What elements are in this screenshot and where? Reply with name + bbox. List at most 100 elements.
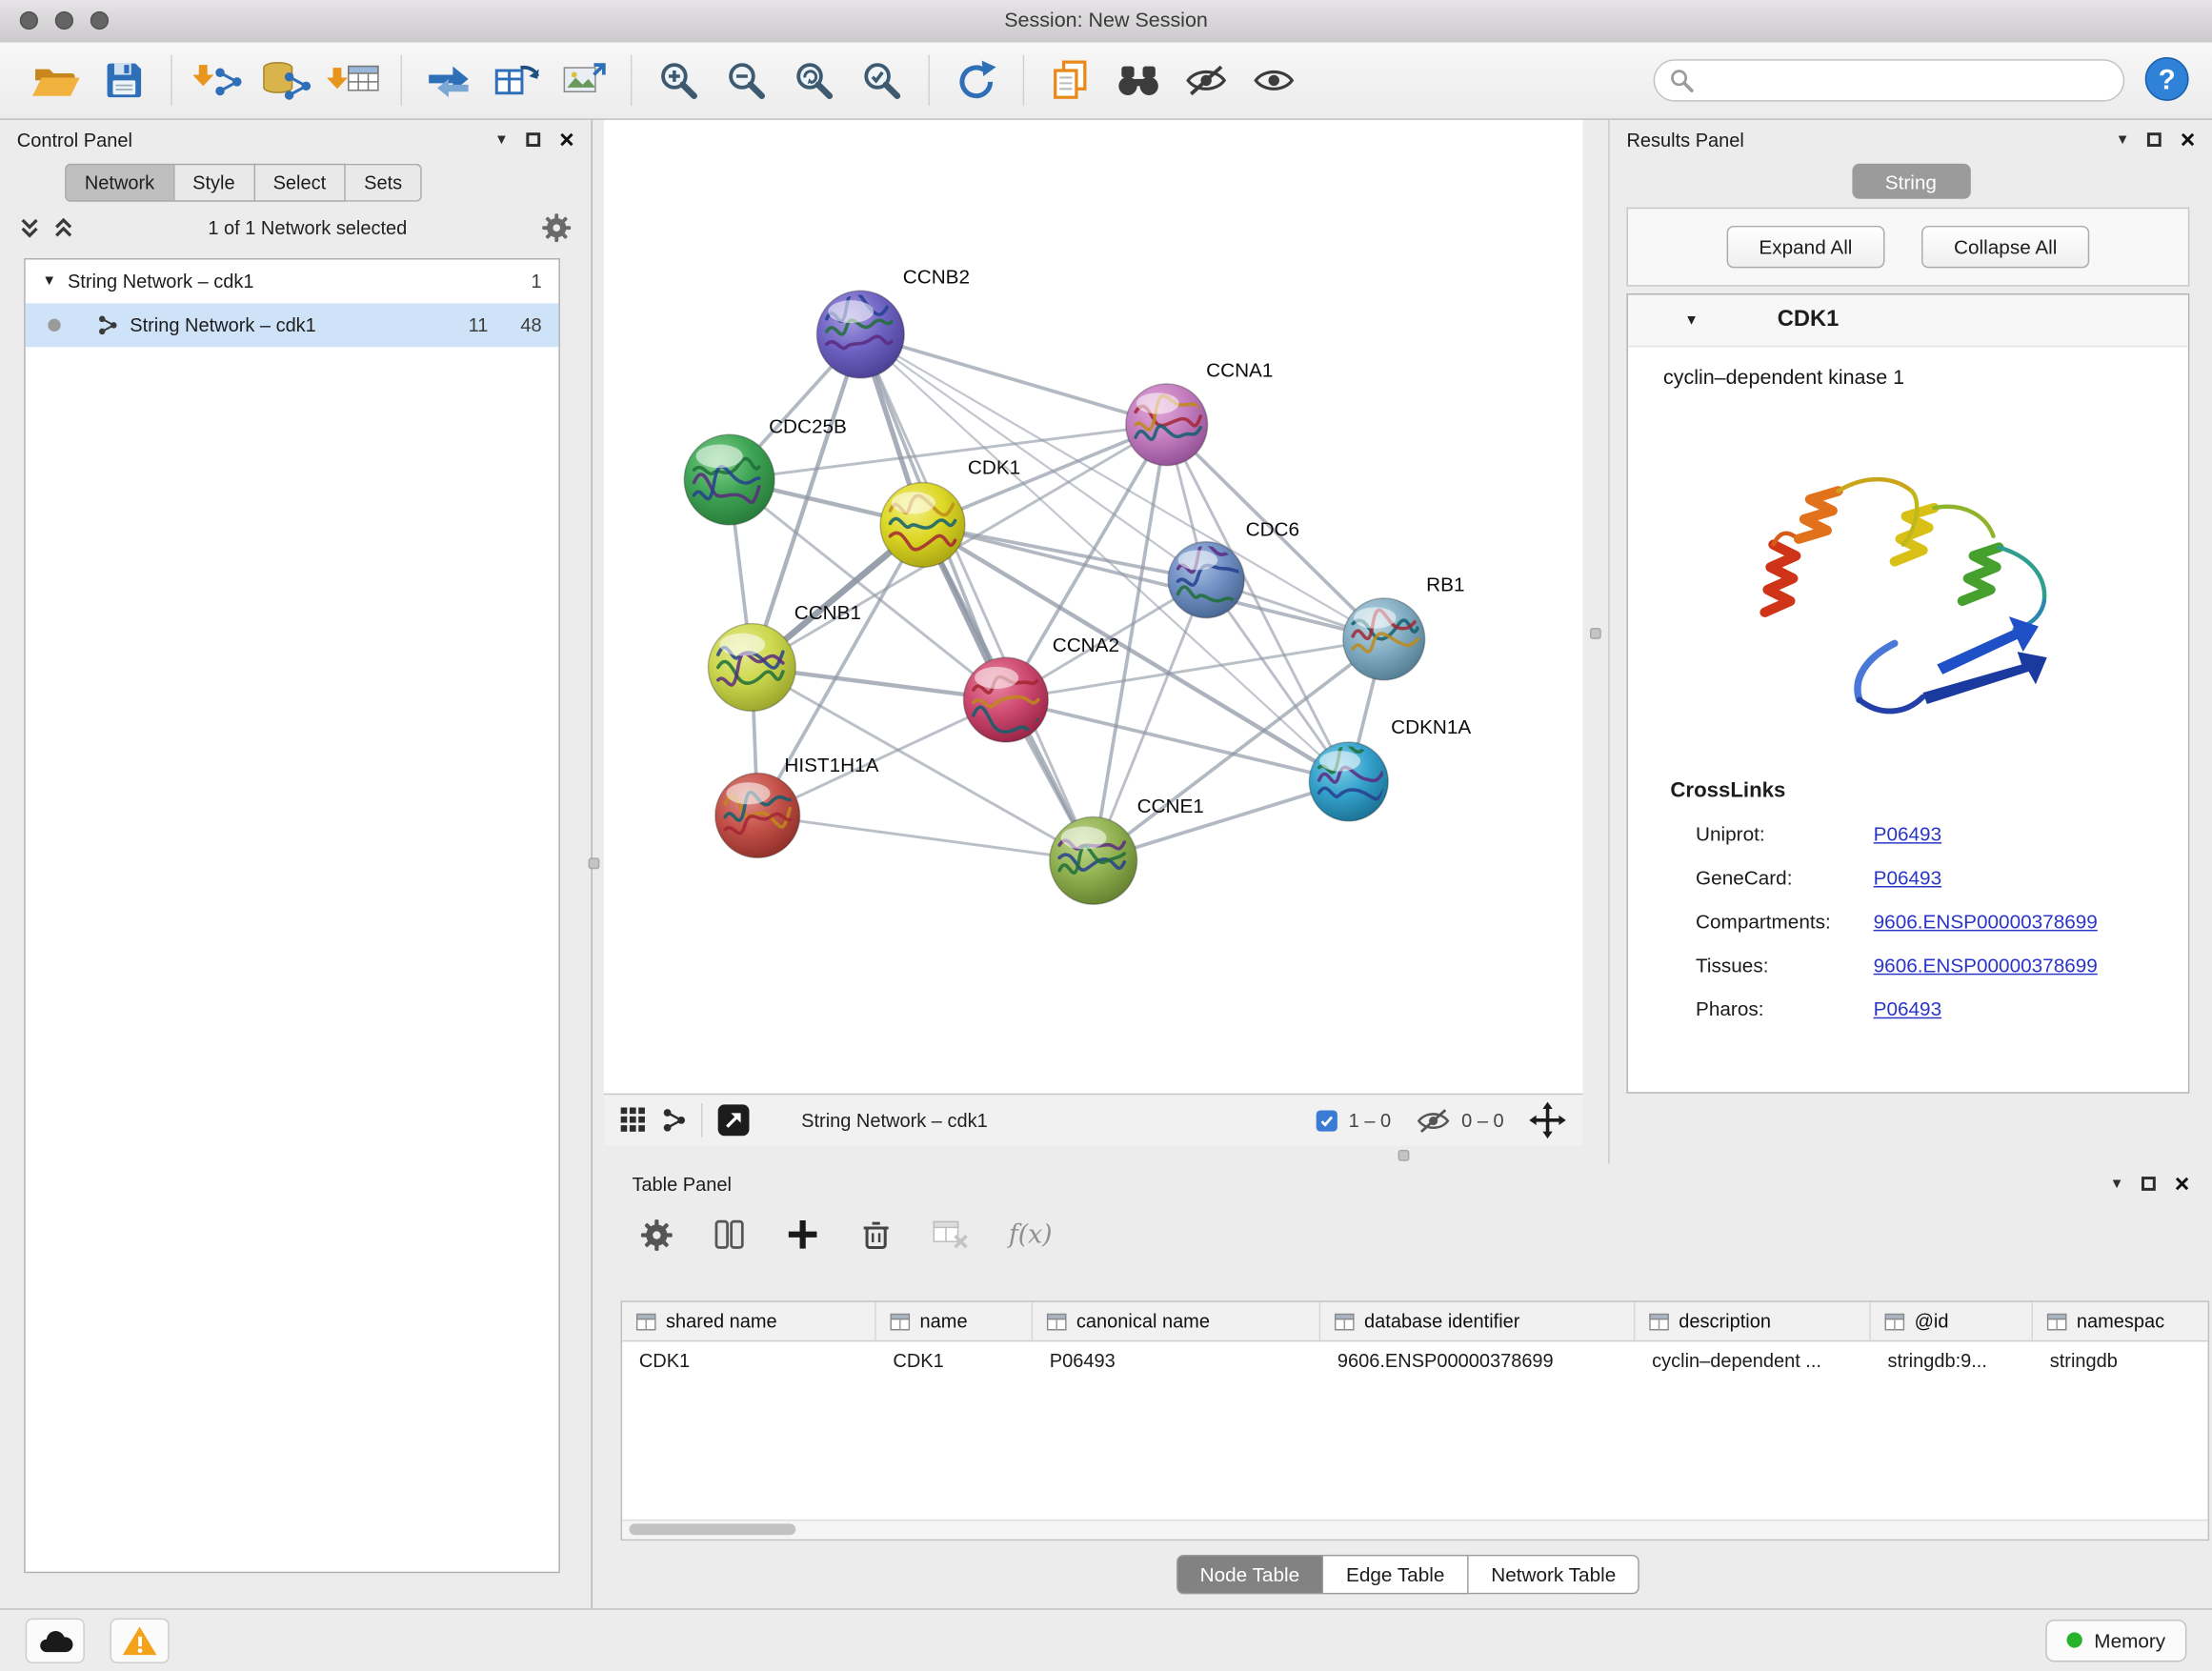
panel-close-icon[interactable]: ×: [559, 132, 574, 147]
apply-layout-button[interactable]: [942, 50, 1010, 111]
table-cell[interactable]: stringdb:9...: [1871, 1341, 2033, 1379]
network-node-RB1[interactable]: RB1: [1343, 574, 1465, 679]
memory-button[interactable]: Memory: [2046, 1619, 2186, 1661]
crosslink-compartments-link[interactable]: 9606.ENSP00000378699: [1874, 909, 2098, 932]
horizontal-scrollbar[interactable]: [622, 1520, 2208, 1540]
tab-style[interactable]: Style: [174, 164, 254, 202]
panel-float-icon[interactable]: [2148, 132, 2162, 147]
add-column-icon[interactable]: [786, 1218, 820, 1252]
show-all-button[interactable]: [1240, 50, 1308, 111]
table-cell[interactable]: 9606.ENSP00000378699: [1320, 1341, 1635, 1379]
tab-sets[interactable]: Sets: [346, 164, 422, 202]
column-header[interactable]: namespac: [2033, 1302, 2208, 1340]
table-settings-gear-icon[interactable]: [640, 1218, 673, 1251]
maximize-window-button[interactable]: [90, 11, 109, 30]
network-collection-row[interactable]: ▼ String Network – cdk1 1: [26, 259, 559, 303]
column-header[interactable]: canonical name: [1033, 1302, 1320, 1340]
panel-menu-icon[interactable]: ▼: [494, 131, 509, 147]
expand-all-button[interactable]: Expand All: [1726, 226, 1884, 268]
export-image-button[interactable]: [551, 50, 618, 111]
column-header[interactable]: shared name: [622, 1302, 876, 1340]
panel-menu-icon[interactable]: ▼: [2116, 131, 2130, 147]
zoom-fit-button[interactable]: [780, 50, 848, 111]
close-window-button[interactable]: [20, 11, 38, 30]
panel-float-icon[interactable]: [527, 132, 541, 147]
import-table-button[interactable]: [320, 50, 388, 111]
left-splitter-handle[interactable]: [589, 857, 600, 869]
eye-icon: [1253, 64, 1295, 98]
column-header[interactable]: name: [876, 1302, 1033, 1340]
network-overview-icon[interactable]: [662, 1108, 688, 1134]
zoom-in-button[interactable]: [645, 50, 713, 111]
network-node-CDK1[interactable]: CDK1: [880, 457, 1020, 568]
collapse-all-icon[interactable]: [20, 216, 40, 237]
tab-network[interactable]: Network: [65, 164, 174, 202]
panel-close-icon[interactable]: ×: [2181, 132, 2196, 147]
table-cell[interactable]: CDK1: [876, 1341, 1033, 1379]
column-header[interactable]: description: [1635, 1302, 1870, 1340]
network-edges[interactable]: [730, 334, 1384, 860]
horizontal-splitter[interactable]: [604, 1145, 1608, 1163]
toggle-columns-icon[interactable]: [713, 1218, 747, 1252]
network-node-CDKN1A[interactable]: CDKN1A: [1309, 716, 1471, 821]
hidden-count: 0 – 0: [1461, 1110, 1503, 1131]
network-node-CCNA1[interactable]: CCNA1: [1126, 359, 1274, 465]
function-builder-button[interactable]: f(x): [1009, 1219, 1053, 1249]
column-header[interactable]: @id: [1871, 1302, 2033, 1340]
tab-network-table[interactable]: Network Table: [1469, 1555, 1640, 1594]
warnings-button[interactable]: [111, 1618, 170, 1662]
table-cell[interactable]: P06493: [1033, 1341, 1320, 1379]
network-row[interactable]: String Network – cdk1 11 48: [26, 303, 559, 347]
minimize-window-button[interactable]: [55, 11, 73, 30]
save-session-button[interactable]: [90, 50, 158, 111]
crosslink-tissues-link[interactable]: 9606.ENSP00000378699: [1874, 953, 2098, 976]
panel-menu-icon[interactable]: ▼: [2110, 1176, 2124, 1191]
collection-expander-icon[interactable]: ▼: [42, 273, 56, 289]
clone-network-button[interactable]: [482, 50, 550, 111]
network-options-gear-icon[interactable]: [542, 212, 572, 242]
crosslink-pharos-link[interactable]: P06493: [1874, 997, 1941, 1019]
help-button[interactable]: ?: [2144, 55, 2189, 105]
crosslink-genecard-link[interactable]: P06493: [1874, 866, 1941, 889]
table-cell[interactable]: cyclin–dependent ...: [1635, 1341, 1870, 1379]
new-network-button[interactable]: [414, 50, 482, 111]
scrollbar-thumb[interactable]: [629, 1523, 795, 1535]
horizontal-splitter-handle[interactable]: [1398, 1150, 1410, 1161]
node-table: shared name name canonical name database…: [621, 1300, 2209, 1540]
network-node-CCNB1[interactable]: CCNB1: [708, 602, 861, 711]
right-splitter[interactable]: [1583, 120, 1610, 1164]
tab-select[interactable]: Select: [254, 164, 346, 202]
panel-float-icon[interactable]: [2142, 1177, 2157, 1191]
gene-expander-icon[interactable]: ▼: [1684, 312, 1699, 328]
import-network-database-button[interactable]: [252, 50, 320, 111]
network-node-HIST1H1A[interactable]: HIST1H1A: [715, 755, 879, 857]
expand-all-icon[interactable]: [53, 216, 73, 237]
find-neighbors-button[interactable]: [1105, 50, 1173, 111]
network-canvas[interactable]: CCNB2CCNA1CDC25BCDK1CDC6RB1CCNB1CCNA2CDK…: [604, 120, 1583, 1094]
search-input[interactable]: [1702, 69, 2108, 92]
right-splitter-handle[interactable]: [1590, 628, 1601, 639]
table-row[interactable]: CDK1 CDK1 P06493 9606.ENSP00000378699 cy…: [622, 1341, 2208, 1379]
hide-selected-button[interactable]: [1173, 50, 1240, 111]
column-header[interactable]: database identifier: [1320, 1302, 1635, 1340]
delete-column-trash-icon[interactable]: [859, 1218, 894, 1252]
table-cell[interactable]: CDK1: [622, 1341, 876, 1379]
import-network-file-button[interactable]: [185, 50, 252, 111]
open-session-button[interactable]: [23, 50, 90, 111]
panel-close-icon[interactable]: ×: [2175, 1177, 2190, 1191]
tab-string[interactable]: String: [1852, 164, 1970, 199]
results-content: ▼ CDK1 cyclin–dependent kinase 1: [1626, 293, 2189, 1094]
tab-node-table[interactable]: Node Table: [1176, 1555, 1323, 1594]
tab-edge-table[interactable]: Edge Table: [1323, 1555, 1468, 1594]
birds-eye-view-icon[interactable]: [621, 1107, 648, 1134]
collapse-all-button[interactable]: Collapse All: [1921, 226, 2089, 268]
detach-view-icon[interactable]: [716, 1103, 751, 1137]
crosslink-uniprot-link[interactable]: P06493: [1874, 822, 1941, 845]
fit-content-icon[interactable]: [1529, 1102, 1566, 1139]
cloud-status-button[interactable]: [26, 1618, 85, 1662]
table-cell[interactable]: stringdb: [2033, 1341, 2208, 1379]
zoom-out-button[interactable]: [713, 50, 780, 111]
selected-checkbox-icon[interactable]: [1317, 1110, 1337, 1131]
duplicate-document-button[interactable]: [1036, 50, 1104, 111]
zoom-selected-button[interactable]: [848, 50, 915, 111]
